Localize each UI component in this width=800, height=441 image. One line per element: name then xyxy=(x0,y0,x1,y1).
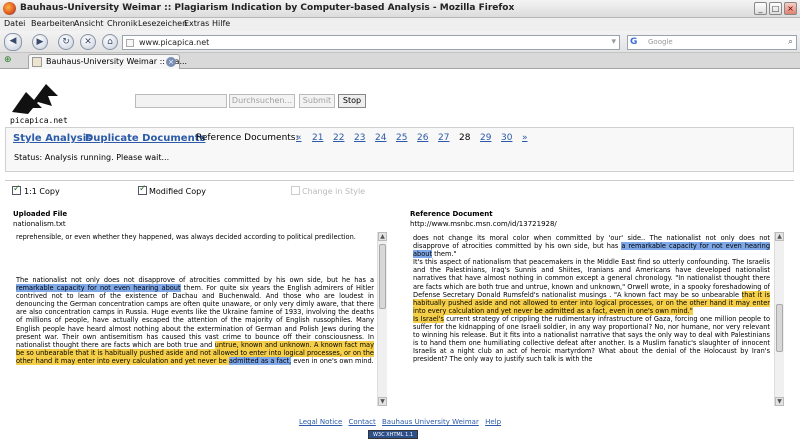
stop-icon[interactable]: ✕ xyxy=(80,34,96,50)
change-in-style-checkbox[interactable] xyxy=(291,186,300,195)
menu-datei[interactable]: Datei xyxy=(4,19,25,28)
uploaded-text-top: reprehensible, or even whether they happ… xyxy=(16,233,356,241)
reference-text-body: does not change its moral color when com… xyxy=(413,234,770,364)
tab-picapica[interactable]: Bauhaus-University Weimar :: Pla... × xyxy=(28,54,187,69)
bauhaus-university-link[interactable]: Bauhaus University Weimar xyxy=(382,418,479,426)
tab-favicon xyxy=(32,57,42,67)
reference-documents-label: Reference Documents: xyxy=(196,133,299,143)
uploaded-filename: nationalism.txt xyxy=(13,220,66,228)
url-bar[interactable]: www.picapica.net ▾ xyxy=(122,35,620,50)
search-box[interactable]: G Google ⌕ xyxy=(627,35,797,50)
tab-close-icon[interactable]: × xyxy=(166,57,176,67)
search-icon[interactable]: ⌕ xyxy=(788,37,793,47)
scroll-up-icon[interactable]: ▲ xyxy=(775,232,784,241)
page-link-27[interactable]: 27 xyxy=(438,133,449,143)
duplicate-documents-link[interactable]: Duplicate Documents xyxy=(85,133,205,144)
url-text: www.picapica.net xyxy=(139,38,210,47)
reference-document-heading: Reference Document xyxy=(410,210,493,218)
current-page: 28 xyxy=(459,133,471,143)
highlight-capacity: remarkable capacity for not even hearing… xyxy=(16,284,181,293)
tab-bar: ⊕ Bauhaus-University Weimar :: Pla... × xyxy=(0,53,800,69)
dropdown-arrow-icon[interactable]: ▾ xyxy=(611,37,616,47)
menu-hilfe[interactable]: Hilfe xyxy=(212,19,230,28)
back-icon[interactable]: ◀ xyxy=(4,33,22,51)
copy-label: 1:1 Copy xyxy=(24,187,60,196)
reference-scrollbar[interactable]: ▲ ▼ xyxy=(774,232,784,406)
change-in-style-label: Change in Style xyxy=(302,187,366,196)
browse-button[interactable]: Durchsuchen... xyxy=(229,94,295,108)
modified-copy-checkbox[interactable] xyxy=(138,184,147,195)
menu-bar: Datei Bearbeiten Ansicht Chronik Lesezei… xyxy=(0,18,800,31)
menu-bearbeiten[interactable]: Bearbeiten xyxy=(31,19,75,28)
maximize-button[interactable]: □ xyxy=(769,2,782,15)
menu-chronik[interactable]: Chronik xyxy=(107,19,138,28)
minimize-button[interactable]: _ xyxy=(754,2,767,15)
uploaded-text-pane[interactable]: reprehensible, or even whether they happ… xyxy=(13,232,375,406)
copy-checkbox[interactable] xyxy=(12,184,21,195)
search-placeholder: Google xyxy=(648,38,673,46)
home-icon[interactable]: ⌂ xyxy=(102,34,118,50)
highlight-admitted: admitted as a fact, xyxy=(228,356,292,365)
modified-copy-label: Modified Copy xyxy=(149,187,206,196)
uploaded-text-body: The nationalist not only does not disapp… xyxy=(16,276,375,365)
contact-link[interactable]: Contact xyxy=(349,418,376,426)
reload-icon[interactable]: ↻ xyxy=(58,34,74,50)
uploaded-scrollbar[interactable]: ▲ ▼ xyxy=(377,232,387,406)
page-link-23[interactable]: 23 xyxy=(354,133,365,143)
legal-notice-link[interactable]: Legal Notice xyxy=(299,418,342,426)
close-window-button[interactable]: × xyxy=(784,2,797,15)
firefox-icon xyxy=(3,2,16,15)
stop-button[interactable]: Stop xyxy=(338,94,366,108)
page-content: picapica.net Durchsuchen... Submit Stop … xyxy=(0,70,800,441)
page-link-21[interactable]: 21 xyxy=(312,133,323,143)
forward-icon[interactable]: ▶ xyxy=(32,34,48,50)
page-link-22[interactable]: 22 xyxy=(333,133,344,143)
reference-url: http://www.msnbc.msn.com/id/13721928/ xyxy=(410,220,557,228)
google-icon[interactable]: G xyxy=(630,37,641,48)
page-link-30[interactable]: 30 xyxy=(501,133,512,143)
page-icon xyxy=(126,39,134,47)
page-link-26[interactable]: 26 xyxy=(417,133,428,143)
picapica-logo-icon[interactable] xyxy=(8,78,64,118)
highlight-israel: Is Israel's xyxy=(413,314,444,323)
page-link-25[interactable]: 25 xyxy=(396,133,407,143)
new-tab-icon[interactable]: ⊕ xyxy=(4,55,16,66)
menu-extras[interactable]: Extras xyxy=(184,19,209,28)
reference-text-pane[interactable]: does not change its moral color when com… xyxy=(410,232,770,406)
uploaded-file-heading: Uploaded File xyxy=(13,210,68,218)
window-title: Bauhaus-University Weimar :: Plagiarism … xyxy=(20,3,515,13)
page-link-24[interactable]: 24 xyxy=(375,133,386,143)
analysis-panel: Style Analysis Duplicate Documents Refer… xyxy=(5,127,794,172)
next-page-link[interactable]: » xyxy=(522,133,528,143)
status-text: Status: Analysis running. Please wait... xyxy=(14,153,170,162)
scroll-thumb[interactable] xyxy=(776,304,783,352)
title-bar: Bauhaus-University Weimar :: Plagiarism … xyxy=(0,0,800,18)
w3c-badge[interactable]: W3C XHTML 1.1 xyxy=(368,430,418,439)
navigation-toolbar: ◀ ▶ ↻ ✕ ⌂ www.picapica.net ▾ G Google ⌕ xyxy=(0,31,800,53)
style-analysis-link[interactable]: Style Analysis xyxy=(13,133,92,144)
menu-lesezeichen[interactable]: Lesezeichen xyxy=(138,19,187,28)
submit-button[interactable]: Submit xyxy=(299,94,335,108)
divider xyxy=(5,180,794,181)
scroll-down-icon[interactable]: ▼ xyxy=(775,397,784,406)
help-link[interactable]: Help xyxy=(485,418,501,426)
prev-page-link[interactable]: « xyxy=(296,133,302,143)
menu-ansicht[interactable]: Ansicht xyxy=(74,19,104,28)
footer: Legal Notice Contact Bauhaus University … xyxy=(0,418,800,426)
scroll-thumb[interactable] xyxy=(379,244,386,309)
scroll-up-icon[interactable]: ▲ xyxy=(378,232,387,241)
scroll-down-icon[interactable]: ▼ xyxy=(378,397,387,406)
logo-text[interactable]: picapica.net xyxy=(10,116,68,125)
file-input[interactable] xyxy=(135,94,227,108)
page-link-29[interactable]: 29 xyxy=(480,133,491,143)
